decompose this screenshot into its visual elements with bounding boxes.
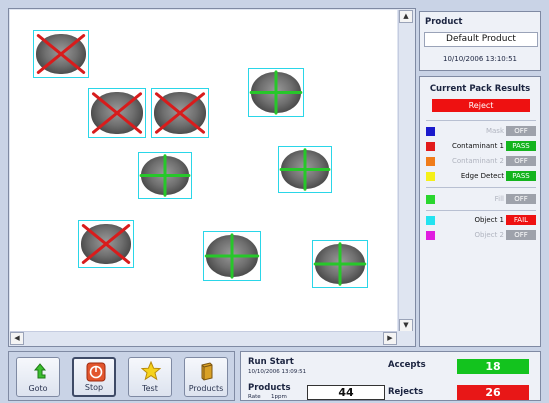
result-row-mask: Mask OFF	[420, 126, 540, 137]
object-1-color-swatch	[426, 216, 435, 225]
blob-1	[88, 88, 146, 138]
accept-cross-icon	[204, 233, 260, 279]
stop-icon	[86, 362, 106, 382]
result-label: Contaminant 1	[452, 142, 504, 150]
blob-2	[151, 88, 209, 138]
pack-results-title: Current Pack Results	[429, 84, 531, 94]
rejects-count: 26	[457, 385, 529, 400]
scroll-left-icon[interactable]: ◀	[10, 332, 24, 345]
result-label: Object 2	[474, 231, 504, 239]
result-row-object-1: Object 1 FAIL	[420, 215, 540, 226]
contaminant-2-color-swatch	[426, 157, 435, 166]
blob-4	[138, 152, 192, 199]
accept-cross-icon	[249, 70, 303, 115]
product-title: Product	[425, 17, 463, 27]
inspection-image	[10, 10, 397, 332]
products-icon	[201, 362, 213, 381]
vertical-scrollbar[interactable]: ▲ ▼	[398, 10, 414, 332]
accept-cross-icon	[313, 242, 367, 286]
blob-8	[312, 240, 368, 288]
inspection-viewport: ▲ ▼ ◀ ▶	[8, 8, 416, 347]
stop-label: Stop	[84, 383, 104, 392]
divider	[426, 187, 536, 188]
result-status: OFF	[506, 194, 536, 204]
pack-results-panel: Current Pack Results Reject Mask OFF Con…	[419, 76, 541, 347]
result-row-object-2: Object 2 OFF	[420, 230, 540, 241]
result-row-edge-detect: Edge Detect PASS	[420, 171, 540, 182]
divider	[426, 210, 536, 211]
scroll-corner	[398, 331, 414, 345]
edge-detect-color-swatch	[426, 172, 435, 181]
rate-value: 1ppm	[271, 394, 287, 400]
goto-label: Goto	[28, 384, 48, 393]
blob-0	[33, 30, 89, 78]
result-status: OFF	[506, 230, 536, 240]
blob-7	[203, 231, 261, 281]
reject-cross-icon	[36, 34, 86, 74]
goto-button[interactable]: Goto	[16, 357, 60, 397]
scroll-right-icon[interactable]: ▶	[383, 332, 397, 345]
reject-cross-icon	[91, 92, 143, 134]
products-button[interactable]: Products	[184, 357, 228, 397]
result-label: Fill	[494, 195, 504, 203]
accepts-count: 18	[457, 359, 529, 374]
divider	[426, 120, 536, 121]
products-count: 44	[307, 385, 385, 400]
result-status: PASS	[506, 141, 536, 151]
accept-cross-icon	[279, 148, 331, 191]
result-row-contaminant-1: Contaminant 1 PASS	[420, 141, 540, 152]
result-status: OFF	[506, 126, 536, 136]
result-status: OFF	[506, 156, 536, 166]
run-start-label: Run Start	[248, 357, 294, 367]
run-start-time: 10/10/2006 13:09:51	[248, 369, 307, 375]
fill-color-swatch	[426, 195, 435, 204]
green-arrow-icon	[33, 363, 47, 379]
result-label: Edge Detect	[460, 172, 504, 180]
result-row-fill: Fill OFF	[420, 194, 540, 205]
rejects-label: Rejects	[388, 387, 424, 397]
reject-cross-icon	[154, 92, 206, 134]
result-label: Contaminant 2	[452, 157, 504, 165]
blob-5	[278, 146, 332, 193]
pack-result-badge: Reject	[432, 99, 530, 112]
test-button[interactable]: Test	[128, 357, 172, 397]
accepts-label: Accepts	[388, 360, 426, 370]
product-name-field[interactable]: Default Product	[424, 32, 538, 47]
test-label: Test	[142, 384, 158, 393]
status-panel: Run Start 10/10/2006 13:09:51 Products R…	[240, 351, 541, 401]
horizontal-scrollbar[interactable]: ◀ ▶	[10, 331, 397, 345]
result-row-contaminant-2: Contaminant 2 OFF	[420, 156, 540, 167]
result-status: PASS	[506, 171, 536, 181]
reject-cross-icon	[81, 224, 131, 264]
toolbar: Goto Stop Test Products	[8, 351, 235, 401]
result-status: FAIL	[506, 215, 536, 225]
blob-6	[78, 220, 134, 268]
product-date: 10/10/2006 13:10:51	[442, 55, 517, 63]
object-2-color-swatch	[426, 231, 435, 240]
scroll-up-icon[interactable]: ▲	[399, 10, 413, 23]
mask-color-swatch	[426, 127, 435, 136]
stop-button[interactable]: Stop	[72, 357, 116, 397]
star-icon	[141, 361, 161, 381]
blob-3	[248, 68, 304, 117]
rate-label: Rate	[248, 394, 261, 400]
accept-cross-icon	[139, 154, 191, 197]
product-panel: Product Default Product 10/10/2006 13:10…	[419, 11, 541, 71]
products-label: Products	[188, 384, 224, 393]
products-label: Products	[248, 383, 291, 393]
result-label: Mask	[485, 127, 504, 135]
result-label: Object 1	[474, 216, 504, 224]
contaminant-1-color-swatch	[426, 142, 435, 151]
